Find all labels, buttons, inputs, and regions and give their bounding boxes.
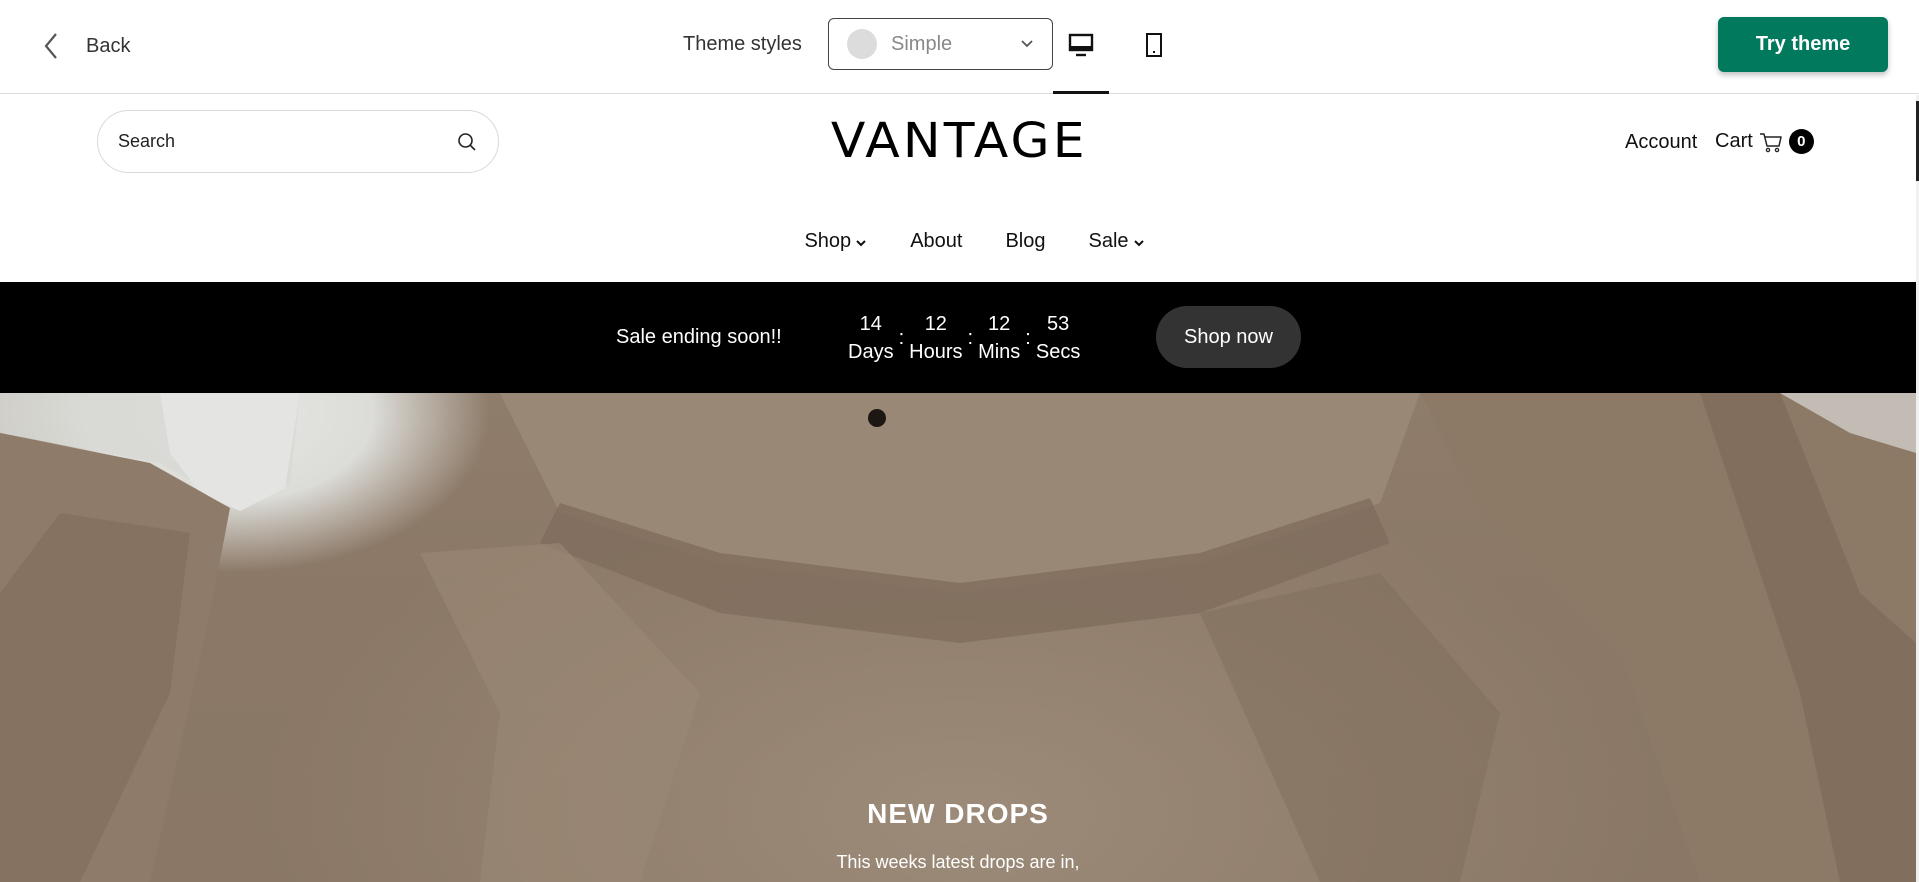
countdown-hours-value: 12 — [924, 313, 947, 335]
mobile-view-button[interactable] — [1126, 20, 1182, 70]
countdown-separator: : — [967, 327, 974, 349]
countdown-days-value: 14 — [859, 313, 882, 335]
countdown-secs: 53 Secs — [1036, 310, 1080, 366]
countdown-secs-label: Secs — [1035, 341, 1081, 363]
nav-item-shop[interactable]: Shop — [804, 230, 867, 253]
desktop-view-button[interactable] — [1053, 20, 1109, 70]
nav-item-sale[interactable]: Sale — [1088, 230, 1144, 253]
chevron-down-icon — [856, 240, 866, 247]
mobile-icon — [1146, 33, 1162, 57]
countdown-days: 14 Days — [848, 310, 894, 366]
store-logo-text: VANTAGE — [831, 113, 1088, 169]
countdown-separator: : — [1025, 327, 1031, 349]
hero-banner[interactable]: NEW DROPS This weeks latest drops are in… — [0, 393, 1916, 882]
store-preview: VANTAGE Account Cart 0 Shop About Blog — [0, 95, 1919, 882]
back-label: Back — [86, 34, 131, 57]
shop-now-button[interactable]: Shop now — [1156, 306, 1301, 368]
chevron-down-icon — [1133, 240, 1144, 247]
countdown-hours-label: Hours — [909, 341, 963, 363]
theme-style-select[interactable]: Simple — [828, 18, 1053, 70]
nav-item-label: Blog — [1005, 230, 1046, 252]
promo-text: Sale ending soon!! — [616, 326, 782, 348]
countdown-separator: : — [898, 327, 905, 349]
countdown-timer: 14 Days : 12 Hours : 12 Mins : 53 Secs — [848, 310, 1080, 366]
store-header: VANTAGE Account Cart 0 Shop About Blog — [0, 95, 1916, 282]
theme-style-value: Simple — [891, 32, 953, 55]
main-nav: Shop About Blog Sale — [0, 230, 1919, 253]
cart-icon — [1759, 132, 1782, 152]
chevron-left-icon — [44, 33, 57, 59]
countdown-days-label: Days — [848, 341, 894, 363]
try-theme-button[interactable]: Try theme — [1718, 17, 1888, 72]
cart-label: Cart — [1715, 130, 1753, 152]
nav-item-label: Sale — [1088, 230, 1129, 252]
desktop-icon — [1068, 33, 1094, 57]
countdown-mins: 12 Mins — [978, 310, 1020, 366]
account-link[interactable]: Account — [1625, 131, 1697, 154]
countdown-mins-label: Mins — [978, 341, 1021, 363]
nav-item-label: Shop — [804, 230, 852, 252]
nav-item-about[interactable]: About — [910, 230, 962, 253]
theme-preview-toolbar: Back Theme styles Simple Try theme — [0, 0, 1919, 94]
countdown-mins-value: 12 — [988, 313, 1011, 335]
nav-item-blog[interactable]: Blog — [1005, 230, 1045, 253]
countdown-secs-value: 53 — [1046, 313, 1070, 335]
chevron-down-icon — [1021, 40, 1033, 48]
nav-item-label: About — [910, 230, 963, 252]
cart-link[interactable]: Cart 0 — [1715, 129, 1814, 154]
theme-styles-label: Theme styles — [683, 33, 802, 55]
sale-countdown-banner: Sale ending soon!! 14 Days : 12 Hours : … — [0, 282, 1916, 393]
cart-count-badge: 0 — [1788, 129, 1814, 154]
hero-subtitle: This weeks latest drops are in, — [836, 852, 1080, 872]
countdown-hours: 12 Hours — [909, 310, 962, 366]
active-device-indicator — [1053, 91, 1109, 94]
style-swatch — [847, 29, 877, 59]
back-button[interactable]: Back — [40, 30, 130, 62]
hero-title: NEW DROPS — [867, 798, 1049, 829]
